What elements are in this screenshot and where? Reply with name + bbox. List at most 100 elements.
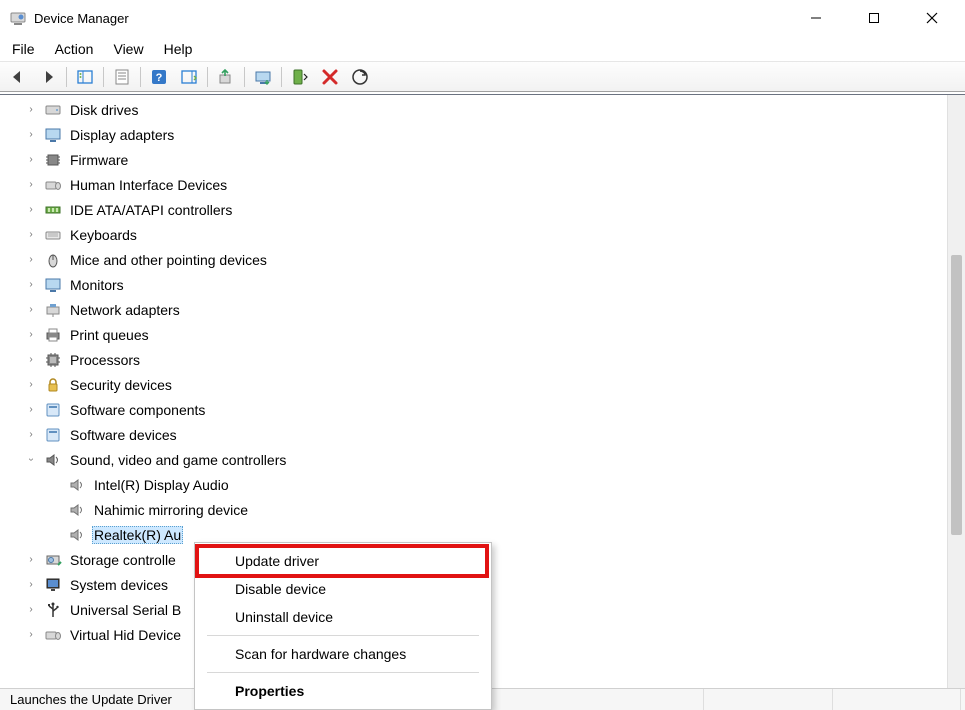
window-title: Device Manager [34, 11, 129, 26]
chevron-right-icon[interactable]: › [24, 179, 38, 190]
category-label: Display adapters [68, 126, 176, 144]
category-monitors[interactable]: › Monitors [0, 272, 965, 297]
chevron-right-icon[interactable]: › [24, 429, 38, 440]
category-label: Network adapters [68, 301, 182, 319]
device-label: Realtek(R) Au [92, 526, 183, 544]
chevron-right-icon[interactable]: › [24, 254, 38, 265]
chevron-right-icon[interactable]: › [24, 354, 38, 365]
category-label: Virtual Hid Device [68, 626, 183, 644]
ctx-separator [207, 635, 479, 636]
chevron-right-icon[interactable]: › [24, 204, 38, 215]
category-label: Human Interface Devices [68, 176, 229, 194]
ctx-update-driver[interactable]: Update driver [195, 547, 491, 575]
vertical-scrollbar[interactable] [947, 95, 965, 688]
chevron-right-icon[interactable]: › [24, 129, 38, 140]
software-icon [44, 426, 62, 444]
usb-icon [44, 601, 62, 619]
category-hid[interactable]: › Human Interface Devices [0, 172, 965, 197]
ctx-separator [207, 672, 479, 673]
ctx-properties[interactable]: Properties [195, 677, 491, 705]
context-menu: Update driver Disable device Uninstall d… [194, 542, 492, 710]
ide-icon [44, 201, 62, 219]
category-label: Print queues [68, 326, 151, 344]
category-software-devices[interactable]: › Software devices [0, 422, 965, 447]
category-software-components[interactable]: › Software components [0, 397, 965, 422]
toolbar: ? [0, 62, 965, 92]
category-label: Universal Serial B [68, 601, 183, 619]
firmware-icon [44, 151, 62, 169]
sound-icon [68, 476, 86, 494]
device-intel-display-audio[interactable]: Intel(R) Display Audio [0, 472, 965, 497]
security-icon [44, 376, 62, 394]
chevron-right-icon[interactable]: › [24, 154, 38, 165]
properties-button[interactable] [108, 64, 136, 90]
sound-icon [68, 526, 86, 544]
chevron-right-icon[interactable]: › [24, 629, 38, 640]
chevron-right-icon[interactable]: › [24, 229, 38, 240]
device-nahimic-mirroring[interactable]: Nahimic mirroring device [0, 497, 965, 522]
category-keyboards[interactable]: › Keyboards [0, 222, 965, 247]
scroll-thumb[interactable] [951, 255, 962, 535]
category-disk-drives[interactable]: › Disk drives [0, 97, 965, 122]
network-icon [44, 301, 62, 319]
update-driver-button[interactable] [212, 64, 240, 90]
back-button[interactable] [4, 64, 32, 90]
category-display-adapters[interactable]: › Display adapters [0, 122, 965, 147]
sound-icon [68, 501, 86, 519]
chevron-right-icon[interactable]: › [24, 604, 38, 615]
chevron-down-icon[interactable]: › [26, 453, 37, 467]
storage-icon [44, 551, 62, 569]
hid-icon [44, 626, 62, 644]
category-ide[interactable]: › IDE ATA/ATAPI controllers [0, 197, 965, 222]
window-controls [787, 0, 961, 36]
category-label: Sound, video and game controllers [68, 451, 288, 469]
category-label: System devices [68, 576, 170, 594]
category-print-queues[interactable]: › Print queues [0, 322, 965, 347]
chevron-right-icon[interactable]: › [24, 104, 38, 115]
ctx-scan-hardware[interactable]: Scan for hardware changes [195, 640, 491, 668]
chevron-right-icon[interactable]: › [24, 379, 38, 390]
category-processors[interactable]: › Processors [0, 347, 965, 372]
ctx-disable-device[interactable]: Disable device [195, 575, 491, 603]
monitor-icon [44, 276, 62, 294]
software-icon [44, 401, 62, 419]
mouse-icon [44, 251, 62, 269]
uninstall-device-button[interactable] [316, 64, 344, 90]
menu-view[interactable]: View [105, 37, 155, 61]
menu-action[interactable]: Action [47, 37, 106, 61]
menu-file[interactable]: File [4, 37, 47, 61]
chevron-right-icon[interactable]: › [24, 579, 38, 590]
menu-help[interactable]: Help [156, 37, 205, 61]
category-label: Mice and other pointing devices [68, 251, 269, 269]
category-label: Software devices [68, 426, 179, 444]
printer-icon [44, 326, 62, 344]
category-sound[interactable]: › Sound, video and game controllers [0, 447, 965, 472]
category-mice[interactable]: › Mice and other pointing devices [0, 247, 965, 272]
category-security-devices[interactable]: › Security devices [0, 372, 965, 397]
help-button[interactable]: ? [145, 64, 173, 90]
titlebar: Device Manager [0, 0, 965, 36]
action-pane-button[interactable] [175, 64, 203, 90]
chevron-right-icon[interactable]: › [24, 554, 38, 565]
chevron-right-icon[interactable]: › [24, 279, 38, 290]
show-hide-console-tree-button[interactable] [71, 64, 99, 90]
scan-hardware-button[interactable] [346, 64, 374, 90]
category-label: Firmware [68, 151, 130, 169]
cpu-icon [44, 351, 62, 369]
category-network[interactable]: › Network adapters [0, 297, 965, 322]
chevron-right-icon[interactable]: › [24, 329, 38, 340]
close-button[interactable] [903, 0, 961, 36]
maximize-button[interactable] [845, 0, 903, 36]
enable-device-button[interactable] [286, 64, 314, 90]
chevron-right-icon[interactable]: › [24, 404, 38, 415]
category-label: Storage controlle [68, 551, 178, 569]
menubar: File Action View Help [0, 36, 965, 62]
ctx-uninstall-device[interactable]: Uninstall device [195, 603, 491, 631]
category-firmware[interactable]: › Firmware [0, 147, 965, 172]
forward-button[interactable] [34, 64, 62, 90]
disable-device-button[interactable] [249, 64, 277, 90]
system-icon [44, 576, 62, 594]
category-label: Software components [68, 401, 207, 419]
chevron-right-icon[interactable]: › [24, 304, 38, 315]
minimize-button[interactable] [787, 0, 845, 36]
